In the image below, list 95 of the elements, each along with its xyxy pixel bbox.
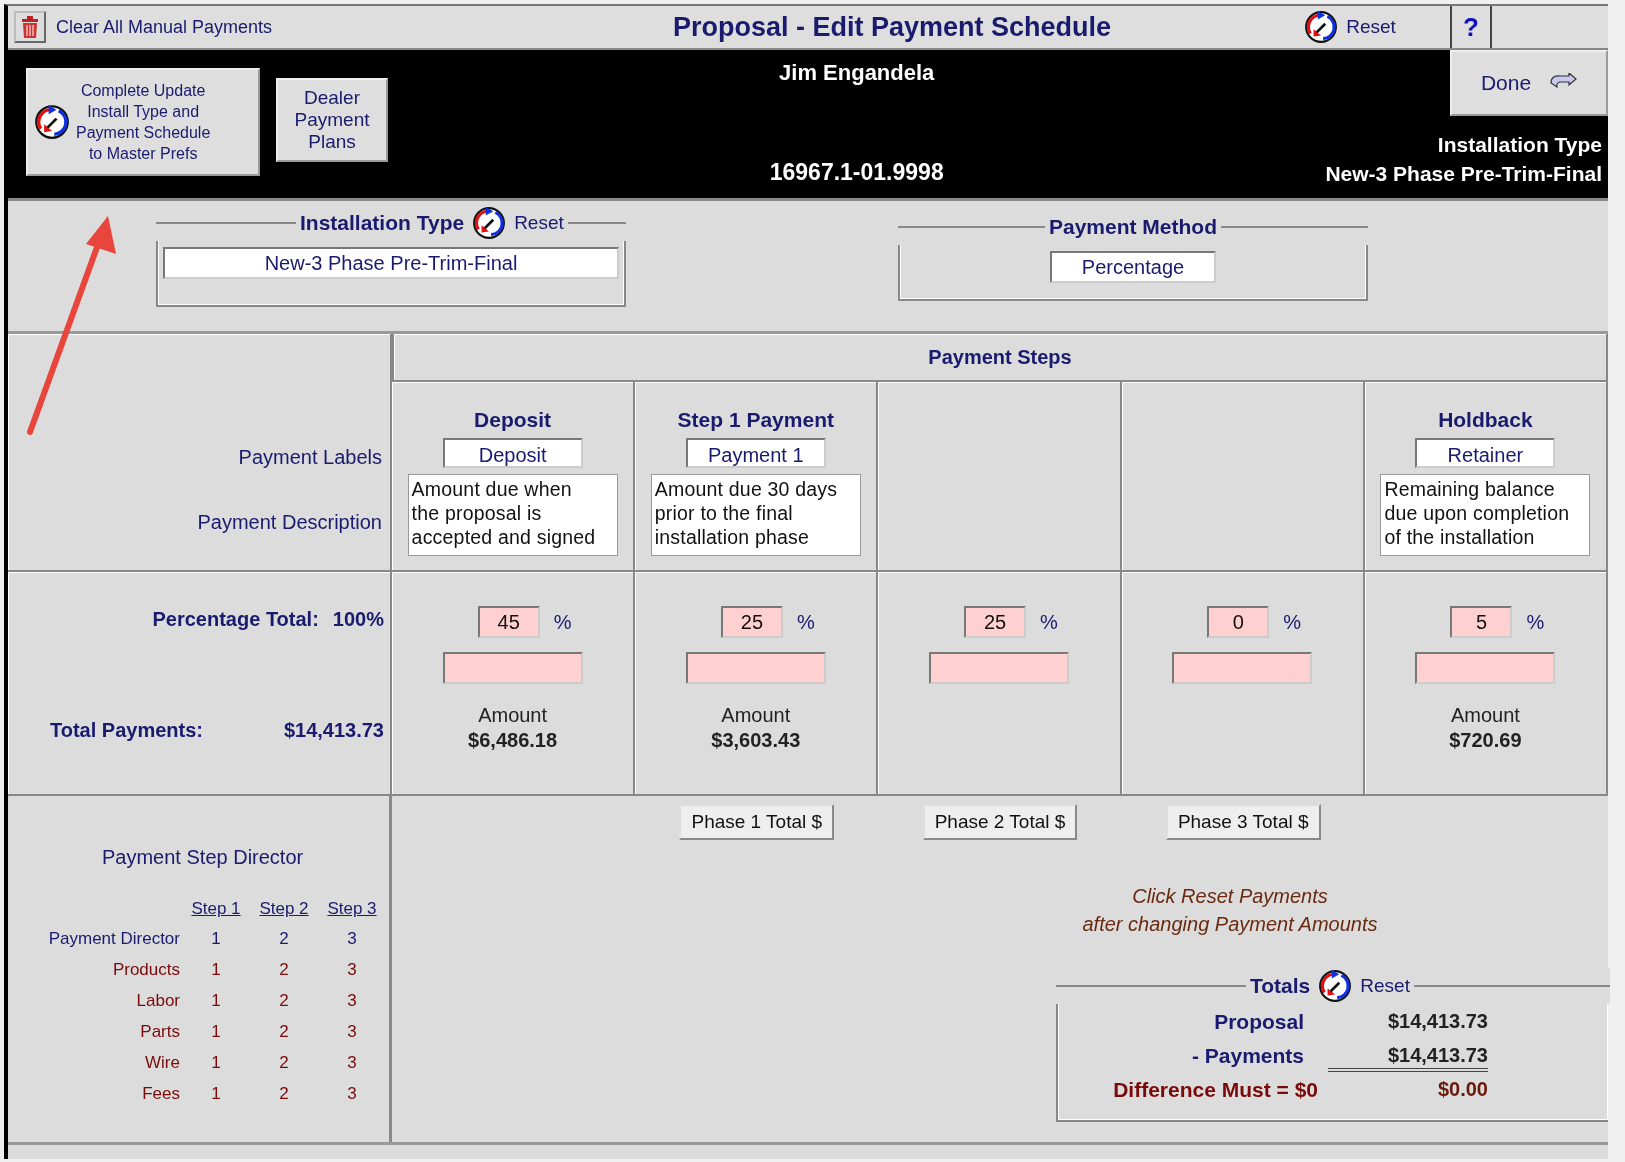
- total-payments-label: Total Payments:: [50, 719, 203, 742]
- step-number: 2: [278, 991, 290, 1012]
- step-heading: Step 1 Payment: [677, 408, 834, 433]
- percent-field[interactable]: 25: [964, 606, 1027, 638]
- proposal-number: 16967.1-01.9998: [769, 159, 944, 186]
- row-label: Parts: [139, 1022, 180, 1043]
- window-title: Proposal - Edit Payment Schedule: [671, 11, 1113, 43]
- step-heading: Holdback: [1438, 408, 1533, 433]
- step-number: 3: [346, 960, 358, 981]
- amount-field[interactable]: [685, 652, 826, 684]
- percent-field[interactable]: 45: [477, 606, 540, 638]
- description-field[interactable]: Remaining balance due upon completion of the installation: [1380, 474, 1591, 556]
- phase-total-button[interactable]: Phase 1 Total $: [679, 804, 835, 840]
- refresh-icon: [472, 206, 507, 240]
- total-label: - Payments: [1190, 1044, 1305, 1069]
- reset-note: Click Reset Payments after changing Payment Amounts: [1081, 884, 1379, 937]
- installation-type-label: Installation Type: [1437, 132, 1602, 158]
- refresh-icon: [34, 104, 70, 140]
- row-label: Payment Director: [47, 929, 180, 950]
- total-label: Proposal: [1213, 1010, 1305, 1035]
- step-number: 1: [210, 991, 222, 1012]
- amount-field[interactable]: [929, 652, 1069, 684]
- reset-button[interactable]: Reset: [1250, 10, 1450, 44]
- step-number: 1: [210, 929, 222, 950]
- total-value: $14,413.73: [1328, 1044, 1488, 1072]
- row-label: Payment Labels: [238, 446, 382, 469]
- reset-button[interactable]: Reset: [468, 206, 568, 240]
- percent-sign: %: [1283, 610, 1302, 634]
- total-value: $14,413.73: [1386, 1010, 1488, 1034]
- step-number: 3: [346, 1053, 358, 1074]
- phase-total-button[interactable]: Phase 2 Total $: [922, 804, 1078, 840]
- amount-field[interactable]: [442, 652, 583, 684]
- percent-field[interactable]: 25: [720, 606, 783, 638]
- amount-value: $720.69: [1449, 729, 1522, 752]
- update-master-prefs-button[interactable]: Complete Update Install Type and Payment Schedule to Master Prefs: [26, 68, 260, 176]
- step-number: 2: [278, 960, 290, 981]
- percent-sign: %: [553, 610, 572, 634]
- column-header[interactable]: Step 1: [184, 899, 248, 919]
- column-header[interactable]: Step 2: [252, 899, 316, 919]
- clear-payments-button[interactable]: Clear All Manual Payments: [14, 11, 554, 43]
- amount-label: Amount: [478, 704, 548, 727]
- step-number: 2: [278, 1084, 290, 1105]
- row-label: Payment Description: [197, 511, 382, 534]
- payment-label-field[interactable]: Payment 1: [685, 438, 826, 468]
- percent-sign: %: [1040, 610, 1058, 634]
- refresh-icon: [1318, 969, 1353, 1003]
- step-heading: Deposit: [474, 408, 552, 433]
- percent-field[interactable]: 0: [1207, 606, 1270, 638]
- step-number: 2: [278, 929, 290, 950]
- step-number: 1: [210, 1053, 222, 1074]
- reset-button[interactable]: Reset: [1314, 969, 1414, 1003]
- total-label: Difference Must = $0: [1112, 1078, 1319, 1103]
- step-number: 3: [346, 1084, 358, 1105]
- step-number: 1: [210, 1022, 222, 1043]
- step-number: 3: [346, 929, 358, 950]
- total-value: $0.00: [1436, 1078, 1488, 1102]
- percentage-total-label: Percentage Total:: [152, 608, 319, 631]
- row-label: Wire: [144, 1053, 180, 1074]
- step-number: 3: [346, 991, 358, 1012]
- payment-method-field[interactable]: Percentage: [1050, 251, 1216, 283]
- step-number: 1: [210, 1084, 222, 1105]
- column-header[interactable]: Step 3: [320, 899, 384, 919]
- installation-type-value: New-3 Phase Pre-Trim-Final: [1325, 161, 1602, 187]
- percent-sign: %: [1526, 610, 1545, 634]
- total-payments: $14,413.73: [283, 719, 384, 742]
- step-number: 1: [210, 960, 222, 981]
- description-field[interactable]: Amount due 30 days prior to the final installation phase: [650, 474, 861, 556]
- amount-field[interactable]: [1415, 652, 1556, 684]
- phase-total-button[interactable]: Phase 3 Total $: [1165, 804, 1321, 840]
- customer-name: Jim Engandela: [779, 60, 935, 86]
- row-label: Labor: [135, 991, 180, 1012]
- refresh-icon: [1304, 10, 1339, 44]
- trash-icon: [21, 16, 39, 38]
- section-title: Payment Steps: [392, 334, 1608, 382]
- percent-field[interactable]: 5: [1450, 606, 1513, 638]
- step-number: 2: [278, 1053, 290, 1074]
- percent-sign: %: [796, 610, 815, 634]
- installation-type-field[interactable]: New-3 Phase Pre-Trim-Final: [163, 247, 619, 279]
- amount-value: $6,486.18: [468, 729, 558, 752]
- payment-label-field[interactable]: Retainer: [1415, 438, 1556, 468]
- row-label: Fees: [141, 1084, 180, 1105]
- director-title: Payment Step Director: [102, 846, 305, 869]
- help-button[interactable]: ?: [1450, 6, 1492, 48]
- step-number: 2: [278, 1022, 290, 1043]
- amount-value: $3,603.43: [711, 729, 801, 752]
- row-label: Products: [111, 960, 180, 981]
- percentage-total: 100%: [332, 608, 384, 631]
- dealer-payment-plans-button[interactable]: Dealer Payment Plans: [276, 78, 388, 162]
- description-field[interactable]: Amount due when the proposal is accepted and signed: [407, 474, 618, 556]
- payment-label-field[interactable]: Deposit: [442, 438, 583, 468]
- done-button[interactable]: Done: [1450, 50, 1608, 116]
- amount-label: Amount: [1450, 704, 1520, 727]
- step-number: 3: [346, 1022, 358, 1043]
- amount-field[interactable]: [1172, 652, 1313, 684]
- amount-label: Amount: [721, 704, 791, 727]
